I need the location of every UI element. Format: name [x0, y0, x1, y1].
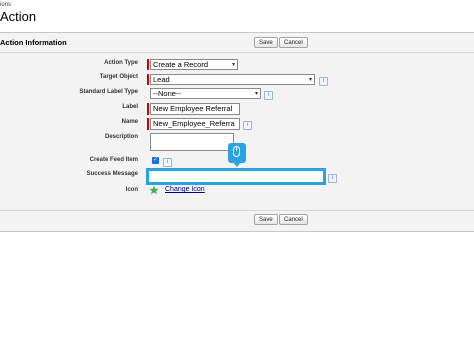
action-type-select[interactable]: Create a Record ▾ [150, 59, 238, 70]
info-icon[interactable]: i [243, 121, 252, 130]
info-icon[interactable]: i [163, 158, 172, 167]
icon-label: Icon [125, 187, 138, 193]
tooltip-tail [233, 162, 241, 167]
create-feed-item-label: Create Feed Item [89, 157, 138, 163]
name-input[interactable]: New_Employee_Referra [150, 118, 240, 130]
success-message-input[interactable] [146, 168, 326, 185]
required-indicator [147, 118, 149, 130]
action-type-value: Create a Record [153, 60, 209, 69]
chevron-down-icon: ▾ [254, 91, 258, 97]
info-icon[interactable]: i [328, 174, 337, 183]
required-indicator [147, 74, 149, 85]
description-textarea[interactable] [150, 133, 234, 151]
standard-label-type-value: --None-- [153, 89, 181, 98]
breadcrumb: ions [0, 2, 12, 8]
page-title: Action [0, 9, 37, 24]
bottom-divider [0, 210, 474, 211]
section-title: Action Information [0, 38, 67, 47]
mouse-wheel [236, 147, 237, 151]
cancel-button-bottom[interactable]: Cancel [279, 214, 308, 225]
chevron-down-icon: ▾ [308, 77, 312, 83]
target-object-value: Lead [153, 75, 170, 84]
target-object-select[interactable]: Lead ▾ [150, 74, 315, 85]
label-input[interactable]: New Employee Referral [150, 103, 240, 115]
standard-label-type-select[interactable]: --None-- ▾ [150, 88, 261, 99]
info-icon[interactable]: i [319, 77, 328, 86]
save-button-bottom[interactable]: Save [254, 214, 278, 225]
info-icon[interactable]: i [264, 91, 273, 100]
page-frame: ions Action Action Information Save Canc… [0, 0, 474, 355]
section-divider [0, 52, 474, 53]
change-icon-link[interactable]: Change Icon [165, 186, 205, 193]
required-indicator [147, 103, 149, 115]
target-object-label: Target Object [99, 74, 138, 80]
required-indicator [147, 59, 149, 70]
name-label: Name [121, 119, 138, 125]
save-button-top[interactable]: Save [254, 37, 278, 48]
star-icon [149, 185, 159, 195]
action-type-label: Action Type [104, 60, 138, 66]
standard-label-type-label: Standard Label Type [79, 89, 138, 95]
cancel-button-top[interactable]: Cancel [279, 37, 308, 48]
chevron-down-icon: ▾ [231, 62, 235, 68]
description-label: Description [104, 134, 138, 140]
label-label: Label [122, 104, 138, 110]
success-message-label: Success Message [86, 171, 138, 177]
create-feed-item-checkbox[interactable]: ✓ [152, 157, 159, 164]
